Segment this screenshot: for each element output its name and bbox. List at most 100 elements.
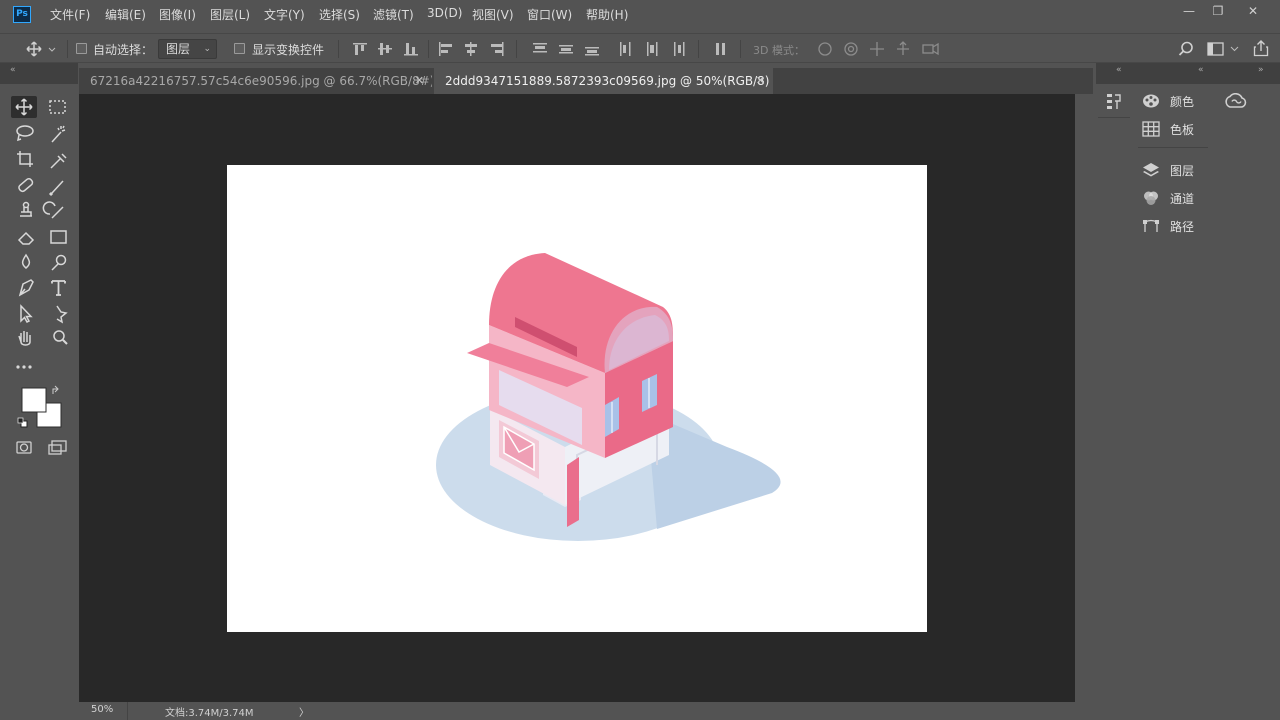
properties-panel-icon[interactable] xyxy=(1106,92,1122,110)
distribute-right-icon[interactable] xyxy=(670,42,686,56)
tab-document-2-label: 2ddd9347151889.5872393c09569.jpg @ 50%(R… xyxy=(445,74,773,88)
menu-image[interactable]: 图像(I) xyxy=(159,6,196,23)
align-top-icon[interactable] xyxy=(352,42,368,56)
panel-color[interactable]: 颜色 xyxy=(1142,89,1194,113)
lasso-tool-icon xyxy=(16,125,34,137)
dodge-tool-icon xyxy=(55,254,67,266)
options-bar: 自动选择： 图层 ⌄ 显示变换控件 3D 模式： xyxy=(0,33,1280,63)
pen-tool-icon xyxy=(18,279,34,297)
more-tools-icon xyxy=(16,365,32,369)
menu-3d[interactable]: 3D(D) xyxy=(427,6,462,20)
creative-cloud-libraries-icon[interactable] xyxy=(1223,93,1247,109)
layer-select-value: 图层 xyxy=(166,42,191,56)
foreground-color-swatch xyxy=(21,387,47,413)
align-vcenter-icon[interactable] xyxy=(377,42,393,56)
panel-layers-label: 图层 xyxy=(1170,163,1195,178)
tools-panel xyxy=(8,90,73,470)
document-canvas[interactable] xyxy=(227,165,927,632)
gradient-tool-icon xyxy=(50,230,67,244)
align-hcenter-icon[interactable] xyxy=(463,42,479,56)
zoom-tool-icon xyxy=(53,330,65,342)
close-tab-icon[interactable]: ✕ xyxy=(415,68,424,94)
vertical-scrollbar[interactable] xyxy=(1075,94,1093,702)
close-window-button[interactable]: ✕ xyxy=(1242,3,1264,19)
tab-document-2[interactable]: 2ddd9347151889.5872393c09569.jpg @ 50%(R… xyxy=(434,68,773,94)
minimize-button[interactable]: — xyxy=(1178,3,1200,19)
3d-mode-label: 3D 模式： xyxy=(753,44,805,57)
3d-roll-icon xyxy=(844,42,858,56)
collapse-toolbar-icon[interactable]: « xyxy=(10,65,16,75)
auto-select-checkbox[interactable] xyxy=(76,43,87,54)
distribute-vcenter-icon[interactable] xyxy=(558,42,574,56)
menu-view[interactable]: 视图(V) xyxy=(472,6,514,23)
shape-tool-icon xyxy=(56,305,68,324)
hand-tool-icon xyxy=(18,331,31,346)
align-bottom-icon[interactable] xyxy=(403,42,419,56)
panel-layers[interactable]: 图层 xyxy=(1142,158,1194,182)
menu-window[interactable]: 窗口(W) xyxy=(527,6,572,23)
marquee-tool-icon xyxy=(49,100,66,114)
show-transform-label: 显示变换控件 xyxy=(252,43,325,57)
separator xyxy=(428,40,429,58)
separator xyxy=(740,40,741,58)
auto-align-icon[interactable] xyxy=(713,42,729,56)
panel-channels[interactable]: 通道 xyxy=(1142,186,1194,210)
panel-paths[interactable]: 路径 xyxy=(1142,214,1194,238)
swap-colors-icon xyxy=(52,385,59,394)
auto-select-label: 自动选择： xyxy=(93,43,154,57)
channels-icon xyxy=(1144,191,1158,205)
crop-tool-icon xyxy=(17,151,33,167)
auto-select-target-dropdown[interactable]: 图层 ⌄ xyxy=(158,39,217,59)
blur-tool-icon xyxy=(21,253,31,269)
collapsed-panels-column: 颜色 色板 图层 通道 路径 xyxy=(1134,84,1212,702)
separator xyxy=(67,40,68,58)
3d-orbit-icon xyxy=(818,42,832,56)
screen-mode-icon xyxy=(51,440,67,452)
healing-tool-icon xyxy=(18,178,34,193)
distribute-hcenter-icon[interactable] xyxy=(644,42,660,56)
tool-icons xyxy=(11,96,68,455)
panels-header-strip: « « » xyxy=(1096,63,1280,84)
collapse-panels-icon[interactable]: « xyxy=(1198,65,1204,75)
menu-select[interactable]: 选择(S) xyxy=(319,6,360,23)
status-bar: 50% 文档:3.74M/3.74M 〉 xyxy=(79,702,1093,720)
search-icon[interactable] xyxy=(1178,41,1194,57)
menu-help[interactable]: 帮助(H) xyxy=(586,6,628,23)
distribute-top-icon[interactable] xyxy=(532,42,548,56)
panel-swatches-label: 色板 xyxy=(1170,122,1195,137)
menu-bar: Ps 文件(F) 编辑(E) 图像(I) 图层(L) 文字(Y) 选择(S) 滤… xyxy=(0,0,1280,29)
show-transform-checkbox[interactable] xyxy=(234,43,245,54)
brush-tool-icon xyxy=(51,180,64,194)
3d-camera-icon xyxy=(922,44,934,54)
menu-filter[interactable]: 滤镜(T) xyxy=(373,6,414,23)
tab-document-1[interactable]: 67216a42216757.57c54c6e90596.jpg @ 66.7%… xyxy=(79,68,432,94)
panel-swatches[interactable]: 色板 xyxy=(1142,117,1194,141)
zoom-level[interactable]: 50% xyxy=(91,704,113,715)
3d-pan-icon xyxy=(870,42,884,56)
workspace-switcher-icon[interactable] xyxy=(1207,42,1243,56)
close-tab-icon[interactable]: ✕ xyxy=(756,68,765,94)
move-tool-preset-icon[interactable] xyxy=(26,41,56,57)
separator xyxy=(1138,147,1208,148)
align-right-icon[interactable] xyxy=(489,42,505,56)
palette-icon xyxy=(1143,94,1159,108)
menu-edit[interactable]: 编辑(E) xyxy=(105,6,146,23)
menu-file[interactable]: 文件(F) xyxy=(50,6,90,23)
paths-icon xyxy=(1143,219,1159,232)
chevron-down-icon: ⌄ xyxy=(203,44,211,54)
share-icon[interactable] xyxy=(1253,40,1269,57)
menu-layer[interactable]: 图层(L) xyxy=(210,6,250,23)
collapse-icon-panel-icon[interactable]: « xyxy=(1116,65,1122,75)
panel-paths-label: 路径 xyxy=(1170,219,1195,234)
history-brush-tool-icon xyxy=(51,206,64,219)
menu-type[interactable]: 文字(Y) xyxy=(264,6,305,23)
expand-panels-icon[interactable]: » xyxy=(1258,65,1264,75)
magic-wand-tool-icon xyxy=(51,131,62,143)
align-left-icon[interactable] xyxy=(438,42,454,56)
distribute-left-icon[interactable] xyxy=(618,42,634,56)
eraser-tool-icon xyxy=(17,231,35,245)
status-menu-arrow[interactable]: 〉 xyxy=(299,704,309,719)
restore-button[interactable]: ❐ xyxy=(1207,3,1229,19)
eyedropper-tool-icon xyxy=(50,153,67,169)
distribute-bottom-icon[interactable] xyxy=(584,42,600,56)
